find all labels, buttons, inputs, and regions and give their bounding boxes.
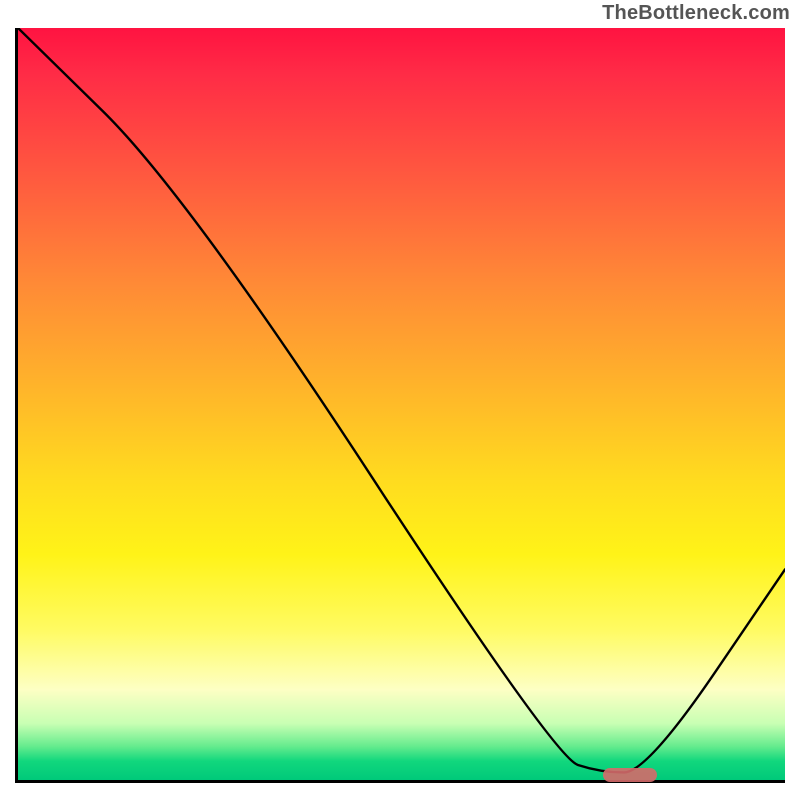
chart-stage: TheBottleneck.com (0, 0, 800, 800)
bottleneck-curve (18, 28, 785, 780)
chart-plot-area (15, 28, 785, 783)
min-marker (603, 768, 657, 782)
watermark-text: TheBottleneck.com (602, 2, 790, 25)
